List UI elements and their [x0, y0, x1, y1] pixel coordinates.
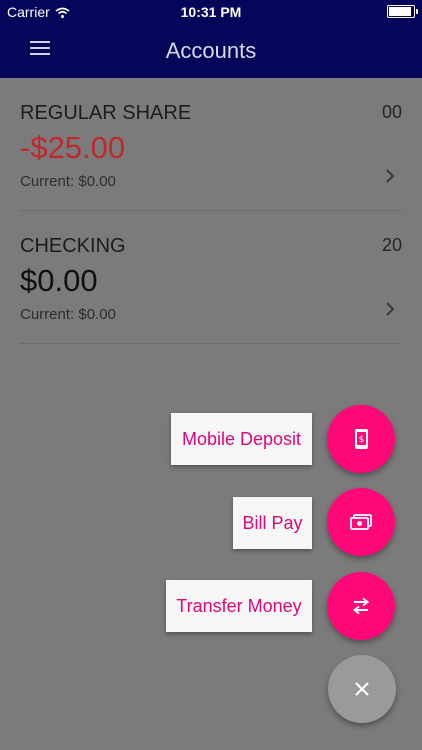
cash-icon — [350, 514, 372, 530]
bill-pay-label[interactable]: Bill Pay — [233, 497, 312, 549]
mobile-deposit-label[interactable]: Mobile Deposit — [171, 413, 312, 465]
mobile-deposit-icon: $ — [355, 429, 368, 449]
close-icon — [355, 682, 369, 696]
close-menu-button[interactable] — [328, 655, 396, 723]
account-current-balance: Current: $0.00 — [20, 173, 116, 190]
account-balance: -$25.00 — [20, 130, 126, 165]
bill-pay-button[interactable] — [327, 488, 395, 556]
account-row-checking[interactable]: CHECKING 20 $0.00 Current: $0.00 — [20, 211, 402, 344]
mobile-deposit-button[interactable]: $ — [327, 405, 395, 473]
transfer-money-button[interactable] — [327, 572, 395, 640]
page-title: Accounts — [165, 38, 257, 63]
svg-text:$: $ — [359, 435, 365, 445]
account-name: CHECKING — [20, 235, 126, 257]
chevron-right-icon — [386, 169, 395, 183]
account-current-balance: Current: $0.00 — [20, 306, 116, 323]
account-name: REGULAR SHARE — [20, 102, 192, 124]
transfer-icon — [352, 597, 370, 615]
account-number: 20 — [381, 235, 402, 255]
status-time: 10:31 PM — [180, 4, 242, 20]
status-bar: Carrier 10:31 PM — [0, 0, 422, 22]
battery-icon — [387, 5, 418, 18]
transfer-money-label[interactable]: Transfer Money — [166, 580, 312, 632]
app-bar: Accounts — [0, 22, 422, 78]
chevron-right-icon — [386, 302, 395, 316]
account-balance: $0.00 — [20, 263, 98, 298]
battery-fill — [389, 7, 411, 16]
account-number: 00 — [381, 102, 402, 122]
account-row-regular-share[interactable]: REGULAR SHARE 00 -$25.00 Current: $0.00 — [20, 78, 402, 211]
